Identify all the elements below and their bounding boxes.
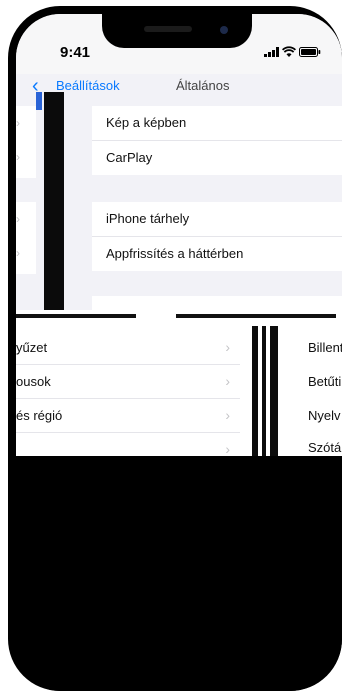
glitch-stripe	[270, 326, 278, 456]
wifi-icon	[282, 46, 296, 57]
cell-label: CarPlay	[106, 150, 153, 165]
phone-frame: 9:41 ‹ Beállítások Általános › › › › Kép…	[8, 6, 342, 691]
list-item[interactable]: ousok ›	[16, 366, 240, 399]
chevron-right-icon: ›	[16, 150, 20, 164]
list-item[interactable]: ›	[16, 434, 240, 466]
list-item-label: és régió	[16, 408, 63, 423]
chevron-right-icon: ›	[225, 407, 230, 423]
setting-background-refresh[interactable]: Appfrissítés a háttérben	[92, 237, 342, 271]
list-item-label: ousok	[16, 374, 51, 389]
cell-label: Appfrissítés a háttérben	[106, 246, 244, 261]
navigation-bar: ‹ Beállítások Általános	[16, 76, 342, 98]
chevron-right-icon: ›	[16, 116, 20, 130]
right-list-label[interactable]: Nyelv	[308, 408, 341, 423]
cellular-signal-icon	[264, 47, 279, 57]
glitch-line	[176, 314, 336, 318]
glitch-stripe	[252, 326, 258, 456]
battery-icon	[299, 47, 321, 57]
settings-group-1: Kép a képben CarPlay	[92, 106, 342, 175]
speaker-grille	[144, 26, 192, 32]
chevron-right-icon: ›	[225, 441, 230, 457]
notch	[102, 14, 252, 48]
chevron-right-icon: ›	[225, 339, 230, 355]
setting-iphone-storage[interactable]: iPhone tárhely	[92, 202, 342, 237]
cell-label: Kép a képben	[106, 115, 187, 130]
glitch-accent	[36, 92, 42, 110]
list-item[interactable]: yűzet ›	[16, 332, 240, 365]
glitch-stripe	[262, 326, 266, 456]
left-partial-group-1: › ›	[16, 106, 36, 178]
right-list-label[interactable]: Billent	[308, 340, 342, 355]
chevron-right-icon: ›	[16, 212, 20, 226]
chevron-right-icon: ›	[225, 373, 230, 389]
list-item-label: yűzet	[16, 340, 48, 355]
settings-list-lower: yűzet › ousok › és régió › › Billent Bet…	[16, 326, 342, 457]
status-time: 9:41	[60, 44, 91, 61]
nav-title: Általános	[176, 78, 230, 93]
cell-label: iPhone tárhely	[106, 211, 190, 226]
setting-carplay[interactable]: CarPlay	[92, 141, 342, 175]
glitch-strip	[16, 310, 342, 326]
left-partial-group-2: › ›	[16, 202, 36, 274]
screen: 9:41 ‹ Beállítások Általános › › › › Kép…	[16, 14, 342, 691]
list-item[interactable]: és régió ›	[16, 400, 240, 433]
setting-picture-in-picture[interactable]: Kép a képben	[92, 106, 342, 141]
right-list-label[interactable]: Szótá	[308, 440, 341, 455]
status-bar: 9:41	[16, 14, 342, 74]
back-button[interactable]: Beállítások	[56, 78, 120, 93]
settings-screen: 9:41 ‹ Beállítások Általános › › › › Kép…	[16, 14, 342, 314]
camera-dot	[220, 26, 228, 34]
settings-group-2: iPhone tárhely Appfrissítés a háttérben	[92, 202, 342, 271]
glitch-bar	[44, 92, 64, 314]
glitch-line	[16, 314, 136, 318]
chevron-right-icon: ›	[16, 246, 20, 260]
right-list-label[interactable]: Betűti	[308, 374, 341, 389]
